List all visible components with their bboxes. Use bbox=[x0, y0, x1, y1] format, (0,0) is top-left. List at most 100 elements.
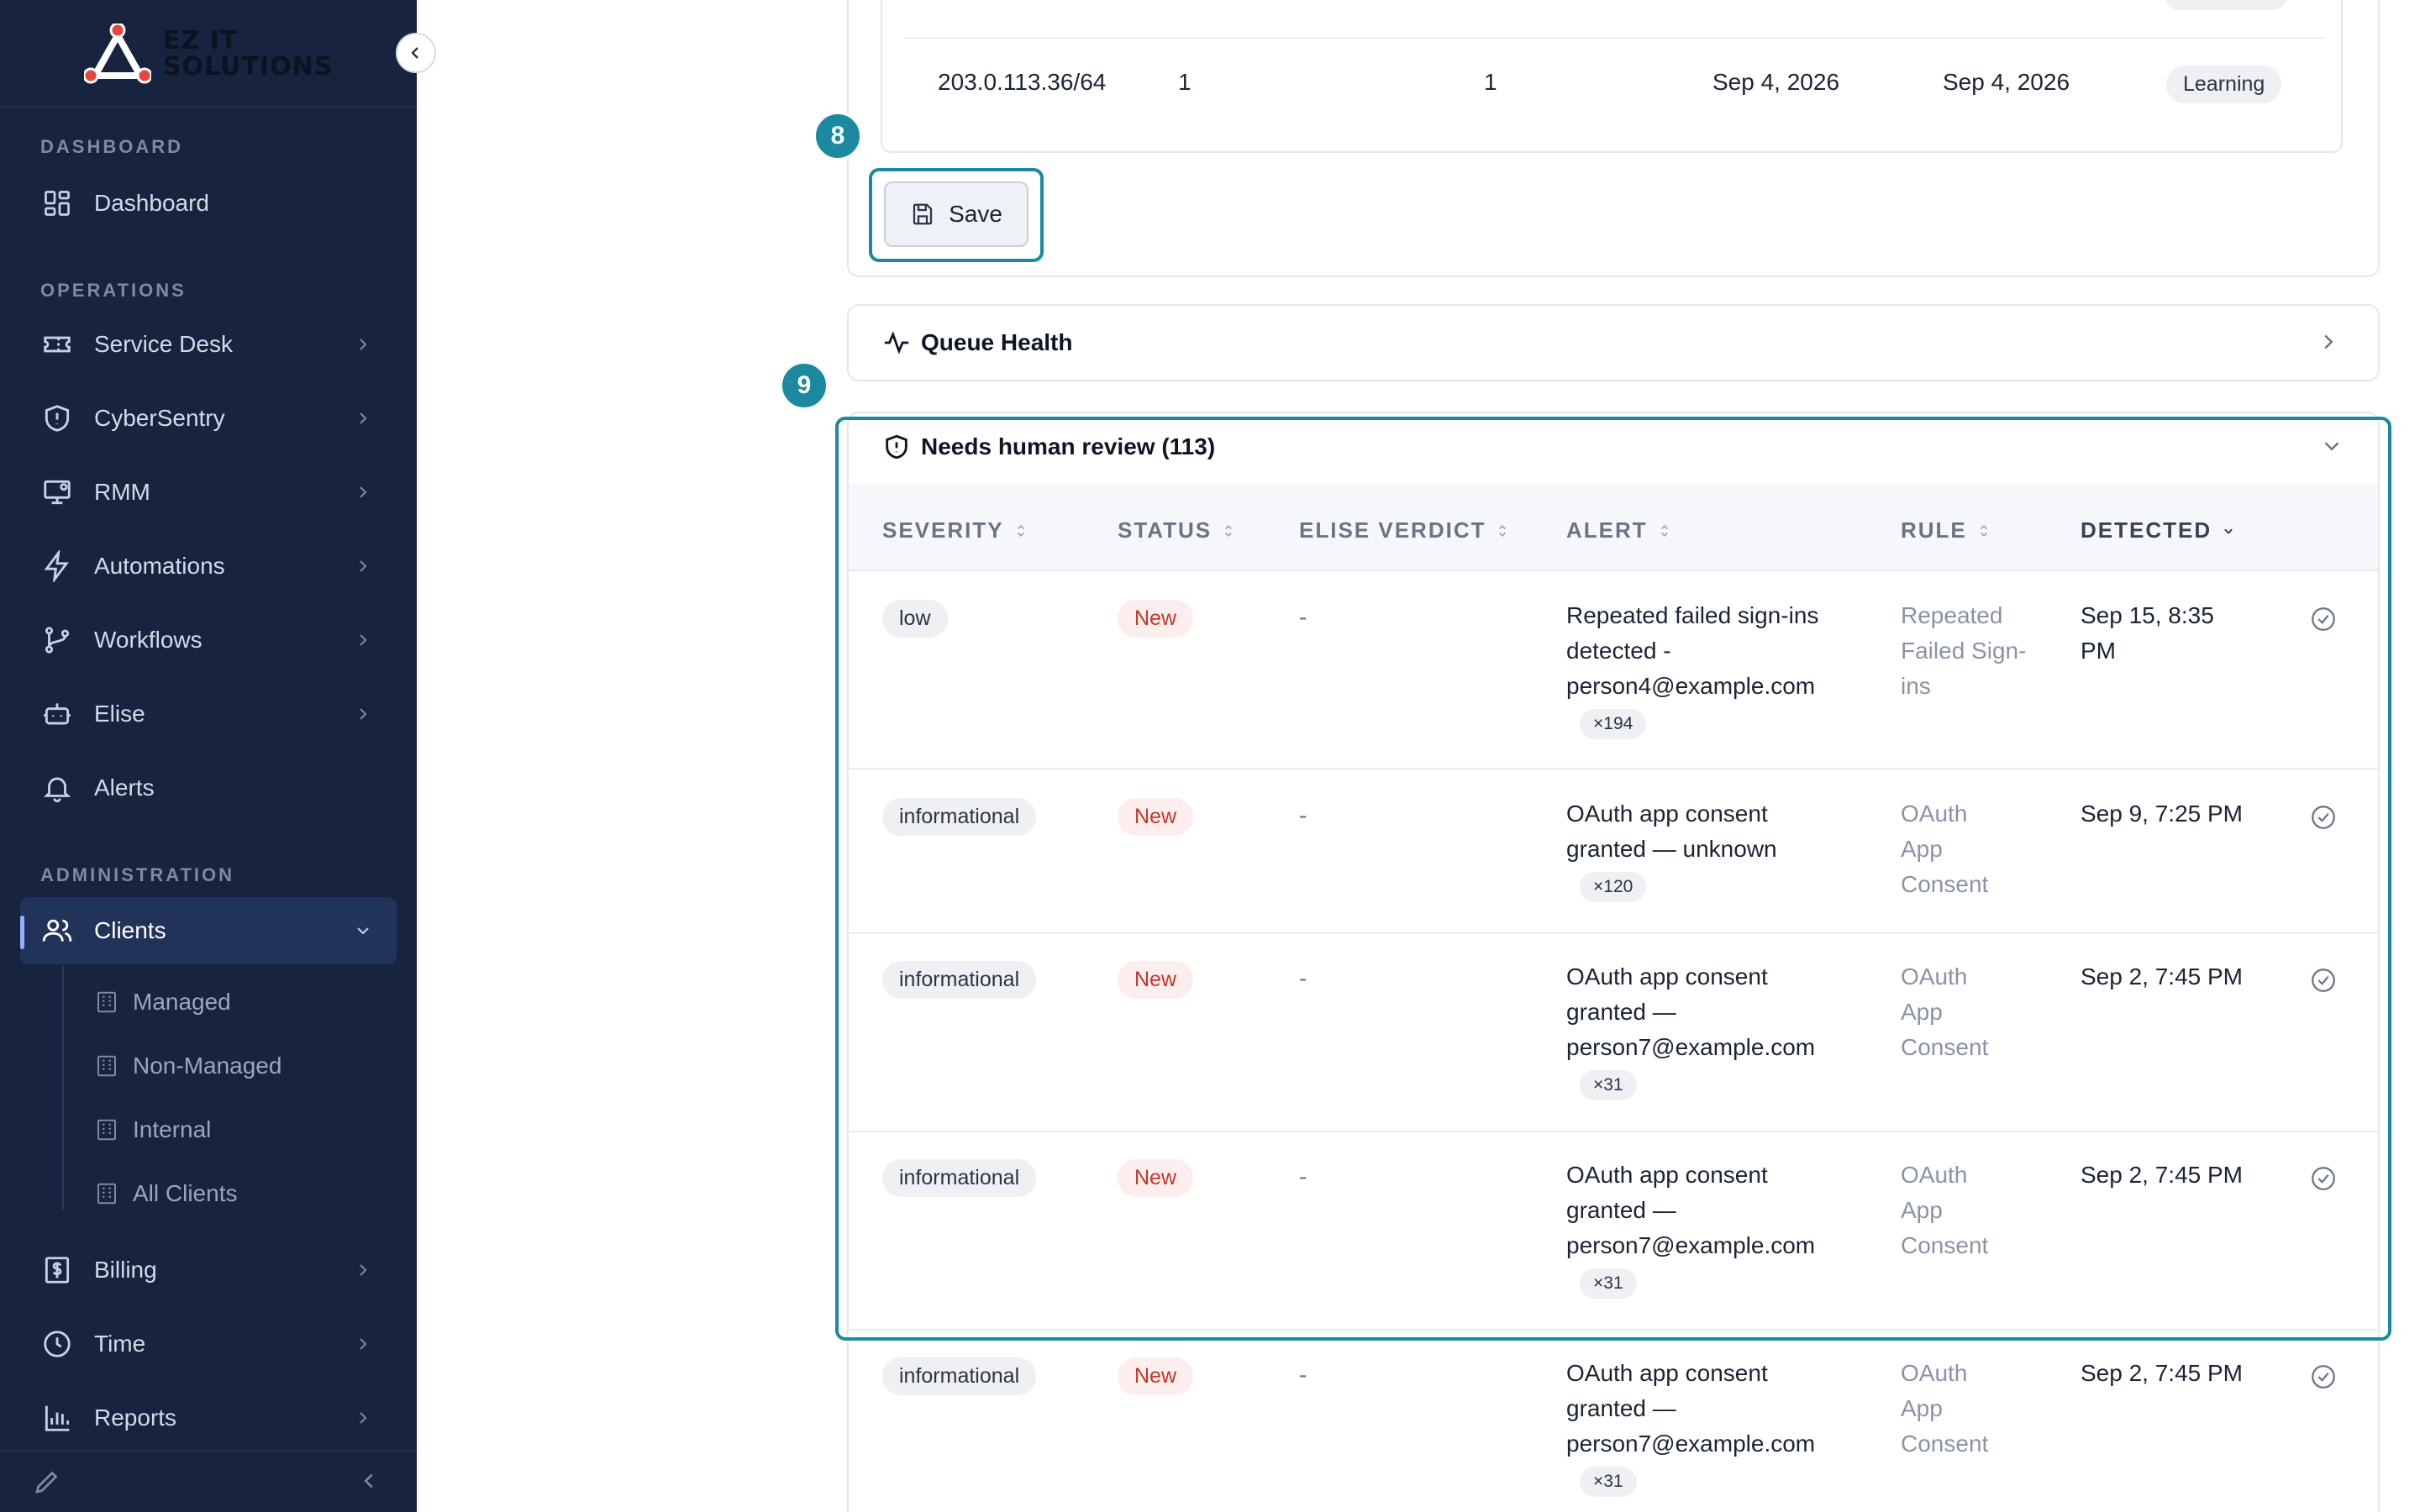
save-button[interactable]: Save bbox=[884, 181, 1028, 247]
alert-text: OAuth app consent granted — person7@exam… bbox=[1566, 1360, 1816, 1457]
brand-name-line2: SOLUTIONS bbox=[163, 52, 334, 81]
sidebar-item-label: Billing bbox=[94, 1257, 157, 1283]
bell-icon bbox=[40, 771, 74, 805]
status-label: New bbox=[1118, 1357, 1194, 1395]
highlight-box bbox=[835, 417, 2391, 1341]
divider bbox=[0, 1450, 417, 1452]
alert-cell[interactable]: OAuth app consent granted — person7@exam… bbox=[1566, 1356, 1835, 1497]
rule-cell: OAuth App Consent bbox=[1901, 1360, 1989, 1457]
divider bbox=[0, 106, 417, 108]
sidebar-item-label: Service Desk bbox=[94, 331, 233, 357]
section-label-operations: OPERATIONS bbox=[40, 280, 187, 301]
severity-badge: informational bbox=[882, 1357, 1037, 1395]
activity-icon bbox=[884, 331, 909, 354]
sidebar-item-service-desk[interactable]: Service Desk bbox=[20, 311, 397, 378]
active-indicator bbox=[20, 916, 24, 949]
building-icon bbox=[97, 1119, 116, 1141]
step-marker: 9 bbox=[780, 361, 829, 410]
step-marker: 8 bbox=[813, 112, 862, 160]
save-icon bbox=[913, 203, 933, 225]
chevron-down-icon bbox=[357, 927, 369, 935]
first-seen-cell: Sep 4, 2026 bbox=[1712, 69, 1840, 95]
brand-name: EZ IT SOLUTIONS bbox=[163, 28, 333, 80]
lightning-icon bbox=[40, 549, 74, 583]
ticket-icon bbox=[40, 328, 74, 361]
sidebar-item-dashboard[interactable]: Dashboard bbox=[20, 170, 397, 237]
sidebar-item-label: Reports bbox=[94, 1404, 177, 1431]
chevron-right-icon bbox=[360, 1264, 367, 1276]
sidebar-item-cybersentry[interactable]: CyberSentry bbox=[20, 385, 397, 452]
billing-icon bbox=[40, 1253, 74, 1287]
sidebar-subitem-label: Managed bbox=[133, 989, 231, 1015]
ip-cell: 203.0.113.36/64 bbox=[938, 69, 1107, 95]
sidebar-item-reports[interactable]: Reports bbox=[20, 1384, 397, 1452]
sidebar: EZ IT SOLUTIONS DASHBOARD Dashboard OPER… bbox=[0, 0, 417, 1512]
chevron-right-icon bbox=[360, 1338, 367, 1350]
verdict-cell: - bbox=[1299, 1362, 1307, 1388]
building-icon bbox=[97, 991, 116, 1013]
sidebar-item-alerts[interactable]: Alerts bbox=[20, 754, 397, 822]
brand-logo[interactable]: EZ IT SOLUTIONS bbox=[84, 20, 333, 87]
sidebar-item-label: Time bbox=[94, 1331, 146, 1357]
chart-icon bbox=[40, 1401, 74, 1435]
row-divider bbox=[904, 37, 2324, 39]
sidebar-item-automations[interactable]: Automations bbox=[20, 533, 397, 600]
acknowledge-check-icon[interactable] bbox=[2309, 1362, 2338, 1391]
section-label-administration: ADMINISTRATION bbox=[40, 864, 235, 885]
save-button-label: Save bbox=[949, 201, 1002, 227]
sidebar-item-rmm[interactable]: RMM bbox=[20, 459, 397, 526]
status-badge bbox=[2165, 0, 2287, 10]
sidebar-item-label: Clients bbox=[94, 917, 166, 943]
brand-name-line1: EZ IT bbox=[163, 26, 239, 55]
status-badge: Learning bbox=[2166, 66, 2282, 103]
submenu-line bbox=[62, 966, 64, 1210]
building-icon bbox=[97, 1183, 116, 1205]
sidebar-item-clients[interactable]: Clients bbox=[20, 897, 397, 964]
last-seen-cell: Sep 4, 2026 bbox=[1943, 69, 2070, 95]
sidebar-item-label: Elise bbox=[94, 701, 145, 727]
chevron-right-icon bbox=[360, 560, 367, 572]
sidebar-subitem-all-clients[interactable]: All Clients bbox=[94, 1173, 237, 1215]
chevron-left-icon bbox=[411, 47, 418, 59]
shield-icon bbox=[40, 402, 74, 435]
status-badge-label: Learning bbox=[2166, 66, 2282, 103]
logo-icon bbox=[84, 24, 151, 84]
sidebar-subitem-label: Non-Managed bbox=[133, 1053, 282, 1079]
sidebar-item-label: Alerts bbox=[94, 774, 155, 801]
sidebar-collapse-button[interactable] bbox=[396, 33, 436, 73]
sidebar-item-workflows[interactable]: Workflows bbox=[20, 606, 397, 674]
status-badge: New bbox=[1118, 1357, 1194, 1395]
sidebar-subitem-label: All Clients bbox=[133, 1180, 238, 1206]
bot-icon bbox=[40, 697, 74, 731]
count-cell: 1 bbox=[1484, 69, 1497, 95]
sidebar-item-label: CyberSentry bbox=[94, 405, 225, 431]
chevron-right-icon bbox=[360, 634, 367, 646]
workflow-icon bbox=[40, 623, 74, 657]
clock-icon bbox=[40, 1327, 74, 1361]
queue-health-label: Queue Health bbox=[921, 329, 1073, 355]
sidebar-item-label: RMM bbox=[94, 479, 150, 505]
sidebar-subitem-internal[interactable]: Internal bbox=[94, 1109, 211, 1151]
section-label-dashboard: DASHBOARD bbox=[40, 136, 183, 157]
sidebar-subitem-label: Internal bbox=[133, 1116, 212, 1142]
severity-label: informational bbox=[882, 1357, 1037, 1395]
chevron-left-icon[interactable] bbox=[356, 1468, 381, 1494]
sidebar-item-label: Workflows bbox=[94, 627, 203, 653]
dashboard-icon bbox=[40, 186, 74, 220]
sidebar-item-time[interactable]: Time bbox=[20, 1310, 397, 1378]
sidebar-item-elise[interactable]: Elise bbox=[20, 680, 397, 748]
sidebar-item-billing[interactable]: Billing bbox=[20, 1236, 397, 1304]
sidebar-subitem-non-managed[interactable]: Non-Managed bbox=[94, 1045, 281, 1087]
queue-health-card[interactable] bbox=[847, 304, 2380, 381]
sidebar-subitem-managed[interactable]: Managed bbox=[94, 981, 231, 1023]
chevron-right-icon bbox=[360, 486, 367, 498]
pencil-icon[interactable] bbox=[32, 1467, 62, 1497]
sidebar-item-label: Dashboard bbox=[94, 190, 209, 216]
detected-cell: Sep 2, 7:45 PM bbox=[2081, 1360, 2244, 1386]
count-badge: ×31 bbox=[1580, 1467, 1637, 1497]
chevron-right-icon bbox=[360, 708, 367, 720]
chevron-right-icon[interactable] bbox=[2316, 329, 2341, 354]
chevron-right-icon bbox=[360, 339, 367, 350]
queue-health-title: Queue Health bbox=[882, 324, 1072, 361]
users-icon bbox=[40, 914, 74, 948]
